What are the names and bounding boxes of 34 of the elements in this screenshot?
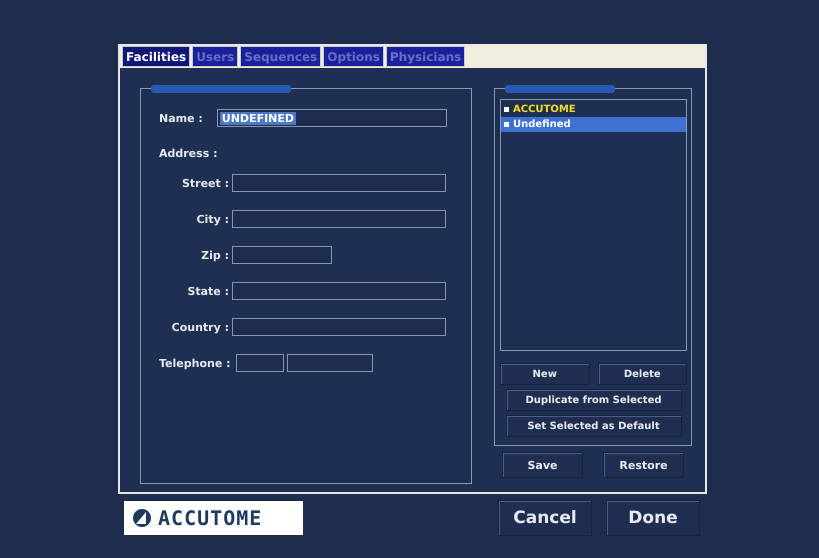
- field-label: Street :: [180, 176, 230, 190]
- tab[interactable]: Facilities: [122, 46, 190, 67]
- logo-icon: [132, 508, 152, 528]
- field-label: Country :: [170, 320, 230, 334]
- input-field[interactable]: [232, 318, 446, 336]
- footer-button[interactable]: Cancel: [498, 500, 592, 536]
- name-field[interactable]: UNDEFINED: [216, 109, 447, 127]
- panel-button[interactable]: Restore: [603, 452, 684, 478]
- item-label: ACCUTOME: [513, 104, 576, 115]
- logo-text: ACCUTOME: [158, 506, 262, 530]
- bullet-icon: [504, 122, 509, 127]
- telephone-label: Telephone :: [159, 356, 231, 370]
- phone-number-field[interactable]: [286, 354, 373, 372]
- list-item[interactable]: ACCUTOME: [501, 102, 686, 117]
- name-value: UNDEFINED: [220, 112, 296, 124]
- name-label: Name :: [159, 112, 203, 124]
- list-button[interactable]: Duplicate from Selected: [506, 389, 682, 411]
- area-code-field[interactable]: [236, 354, 284, 372]
- list-item[interactable]: Undefined: [501, 117, 686, 132]
- footer-button[interactable]: Done: [606, 500, 700, 536]
- field-label: City :: [195, 212, 230, 226]
- list-button[interactable]: Set Selected as Default: [506, 415, 682, 437]
- field-label: State :: [186, 284, 230, 298]
- input-field[interactable]: [232, 174, 446, 192]
- input-field[interactable]: [232, 282, 446, 300]
- item-label: Undefined: [513, 119, 571, 130]
- list-button[interactable]: New: [500, 363, 590, 385]
- bullet-icon: [504, 107, 509, 112]
- input-field[interactable]: [232, 246, 332, 264]
- list-button[interactable]: Delete: [598, 363, 687, 385]
- field-label: Zip :: [200, 248, 230, 262]
- address-label: Address :: [159, 147, 218, 160]
- input-field[interactable]: [232, 210, 446, 228]
- panel-button[interactable]: Save: [502, 452, 583, 478]
